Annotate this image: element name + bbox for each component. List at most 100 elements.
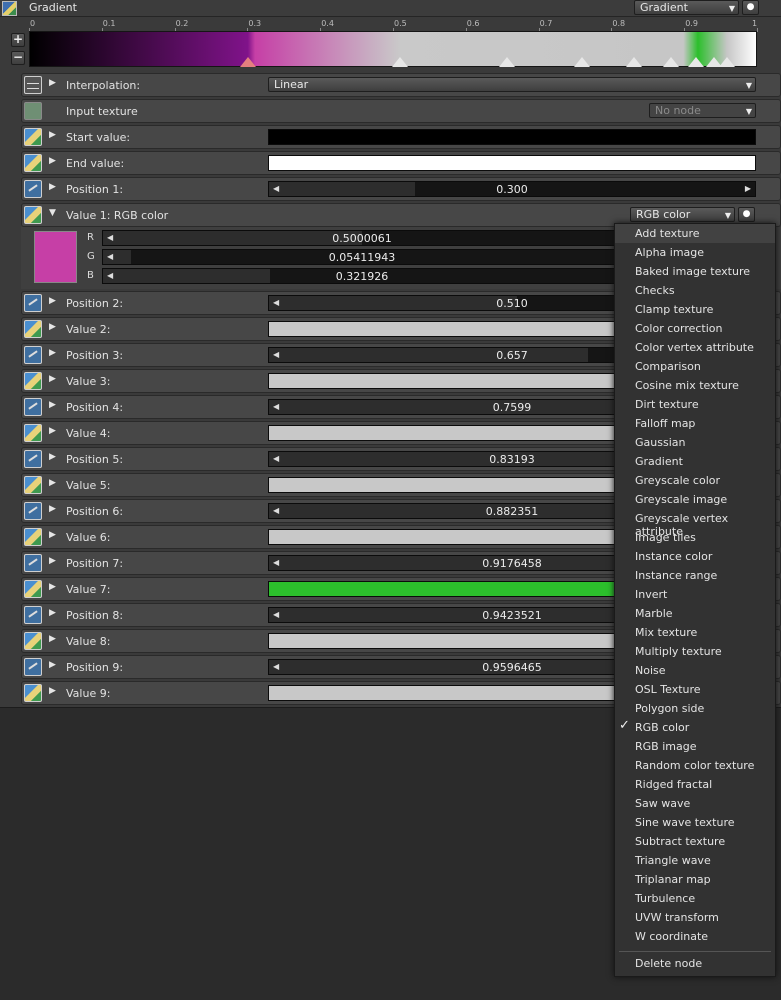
menu-item[interactable]: Checks xyxy=(635,284,675,297)
right-arrow-icon[interactable]: ▶ xyxy=(745,184,751,193)
menu-item[interactable]: Polygon side xyxy=(635,702,704,715)
menu-item[interactable]: Subtract texture xyxy=(635,835,725,848)
menu-item[interactable]: Cosine mix texture xyxy=(635,379,739,392)
expand-arrow-icon[interactable]: ▶ xyxy=(49,296,56,306)
menu-item[interactable]: Triangle wave xyxy=(635,854,711,867)
channel-r-label: R xyxy=(87,232,94,243)
menu-item[interactable]: Comparison xyxy=(635,360,701,373)
expand-arrow-icon[interactable]: ▶ xyxy=(49,452,56,462)
row-input-texture: Input texture No node ▼ xyxy=(21,99,781,123)
menu-item[interactable]: Greyscale color xyxy=(635,474,720,487)
expand-arrow-icon[interactable]: ▶ xyxy=(49,400,56,410)
position-1-slider[interactable]: ◀ 0.300 ▶ xyxy=(268,181,756,197)
menu-item[interactable]: Gaussian xyxy=(635,436,685,449)
menu-item[interactable]: RGB image xyxy=(635,740,696,753)
value-1-type-select[interactable]: RGB color ▼ xyxy=(630,207,735,222)
menu-item[interactable]: Add texture xyxy=(615,224,775,243)
menu-item[interactable]: Baked image texture xyxy=(635,265,750,278)
menu-item[interactable]: Dirt texture xyxy=(635,398,699,411)
expand-arrow-icon[interactable]: ▶ xyxy=(49,78,56,88)
expand-arrow-icon[interactable]: ▶ xyxy=(49,478,56,488)
row-start-value: ▶ Start value: xyxy=(21,125,781,149)
value-3-label: Value 3: xyxy=(66,375,111,388)
add-stop-button[interactable]: + xyxy=(11,33,25,47)
menu-item[interactable]: Noise xyxy=(635,664,666,677)
expand-arrow-icon[interactable]: ▶ xyxy=(49,556,56,566)
expand-arrow-icon[interactable]: ▶ xyxy=(49,634,56,644)
title-bar: Gradient Gradient ▼ ● xyxy=(0,0,781,17)
gradient-preview[interactable] xyxy=(29,31,757,67)
gradient-stop-handle[interactable] xyxy=(625,57,642,67)
remove-stop-button[interactable]: − xyxy=(11,51,25,65)
node-type-select[interactable]: Gradient ▼ xyxy=(634,0,739,15)
menu-item[interactable]: Image tiles xyxy=(635,531,696,544)
expand-arrow-icon[interactable]: ▶ xyxy=(49,608,56,618)
expand-arrow-icon[interactable]: ▶ xyxy=(49,322,56,332)
chevron-down-icon: ▼ xyxy=(728,4,735,13)
float-pin-icon xyxy=(24,346,42,364)
gradient-stop-handle[interactable] xyxy=(239,57,256,67)
channel-r-slider[interactable]: ◀ 0.5000061 xyxy=(102,230,622,246)
ruler-tick xyxy=(757,28,758,32)
menu-item[interactable]: UVW transform xyxy=(635,911,719,924)
position-9-label: Position 9: xyxy=(66,661,124,674)
expand-arrow-icon[interactable]: ▶ xyxy=(49,582,56,592)
menu-item[interactable]: Invert xyxy=(635,588,667,601)
expand-arrow-icon[interactable]: ▶ xyxy=(49,182,56,192)
expand-arrow-icon[interactable]: ▶ xyxy=(49,530,56,540)
expand-arrow-icon[interactable]: ▶ xyxy=(49,374,56,384)
collapse-arrow-icon[interactable]: ▼ xyxy=(49,208,56,218)
expand-arrow-icon[interactable]: ▶ xyxy=(49,660,56,670)
ruler-tick-label: 0.9 xyxy=(685,19,698,28)
menu-item[interactable]: Ridged fractal xyxy=(635,778,712,791)
end-value-swatch[interactable] xyxy=(268,155,756,171)
float-pin-icon xyxy=(24,502,42,520)
menu-item[interactable]: RGB color xyxy=(635,721,689,734)
menu-item[interactable]: Saw wave xyxy=(635,797,690,810)
menu-item[interactable]: Color correction xyxy=(635,322,723,335)
expand-arrow-icon[interactable]: ▶ xyxy=(49,504,56,514)
menu-item[interactable]: OSL Texture xyxy=(635,683,701,696)
gradient-stop-handle[interactable] xyxy=(573,57,590,67)
delete-node-menu-item[interactable]: Delete node xyxy=(635,957,702,970)
menu-item[interactable]: Instance range xyxy=(635,569,717,582)
channel-g-slider[interactable]: ◀ 0.05411943 xyxy=(102,249,622,265)
expand-arrow-icon[interactable]: ▶ xyxy=(49,156,56,166)
menu-item[interactable]: Greyscale image xyxy=(635,493,727,506)
eye-icon[interactable]: ● xyxy=(742,0,759,15)
menu-item[interactable]: Color vertex attribute xyxy=(635,341,754,354)
input-texture-select[interactable]: No node ▼ xyxy=(649,103,756,118)
gradient-stop-handle[interactable] xyxy=(662,57,679,67)
channel-b-slider[interactable]: ◀ 0.321926 xyxy=(102,268,622,284)
texture-pin-icon xyxy=(24,128,42,146)
gradient-stop-handle[interactable] xyxy=(688,57,705,67)
interpolation-select[interactable]: Linear ▼ xyxy=(268,77,756,92)
menu-item[interactable]: Sine wave texture xyxy=(635,816,735,829)
expand-arrow-icon[interactable]: ▶ xyxy=(49,686,56,696)
menu-item[interactable]: Instance color xyxy=(635,550,712,563)
expand-arrow-icon[interactable]: ▶ xyxy=(49,426,56,436)
start-value-swatch[interactable] xyxy=(268,129,756,145)
ruler-tick-label: 0.8 xyxy=(612,19,626,28)
menu-item[interactable]: W coordinate xyxy=(635,930,708,943)
menu-item[interactable]: Marble xyxy=(635,607,673,620)
gradient-stop-handle[interactable] xyxy=(718,57,735,67)
menu-item[interactable]: Random color texture xyxy=(635,759,754,772)
menu-item[interactable]: Clamp texture xyxy=(635,303,713,316)
expand-arrow-icon[interactable]: ▶ xyxy=(49,130,56,140)
gradient-stop-handle[interactable] xyxy=(392,57,409,67)
menu-item[interactable]: Gradient xyxy=(635,455,683,468)
ruler-tick-label: 0 xyxy=(30,19,36,28)
menu-item[interactable]: Falloff map xyxy=(635,417,695,430)
menu-item[interactable]: Turbulence xyxy=(635,892,695,905)
menu-item[interactable]: Alpha image xyxy=(635,246,704,259)
menu-item[interactable]: Multiply texture xyxy=(635,645,722,658)
position-6-label: Position 6: xyxy=(66,505,124,518)
rgb-swatch[interactable] xyxy=(34,231,77,283)
interpolation-label: Interpolation: xyxy=(66,79,141,92)
gradient-stop-handle[interactable] xyxy=(498,57,515,67)
expand-arrow-icon[interactable]: ▶ xyxy=(49,348,56,358)
menu-item[interactable]: Triplanar map xyxy=(635,873,711,886)
eye-icon[interactable]: ● xyxy=(738,207,755,222)
menu-item[interactable]: Mix texture xyxy=(635,626,697,639)
